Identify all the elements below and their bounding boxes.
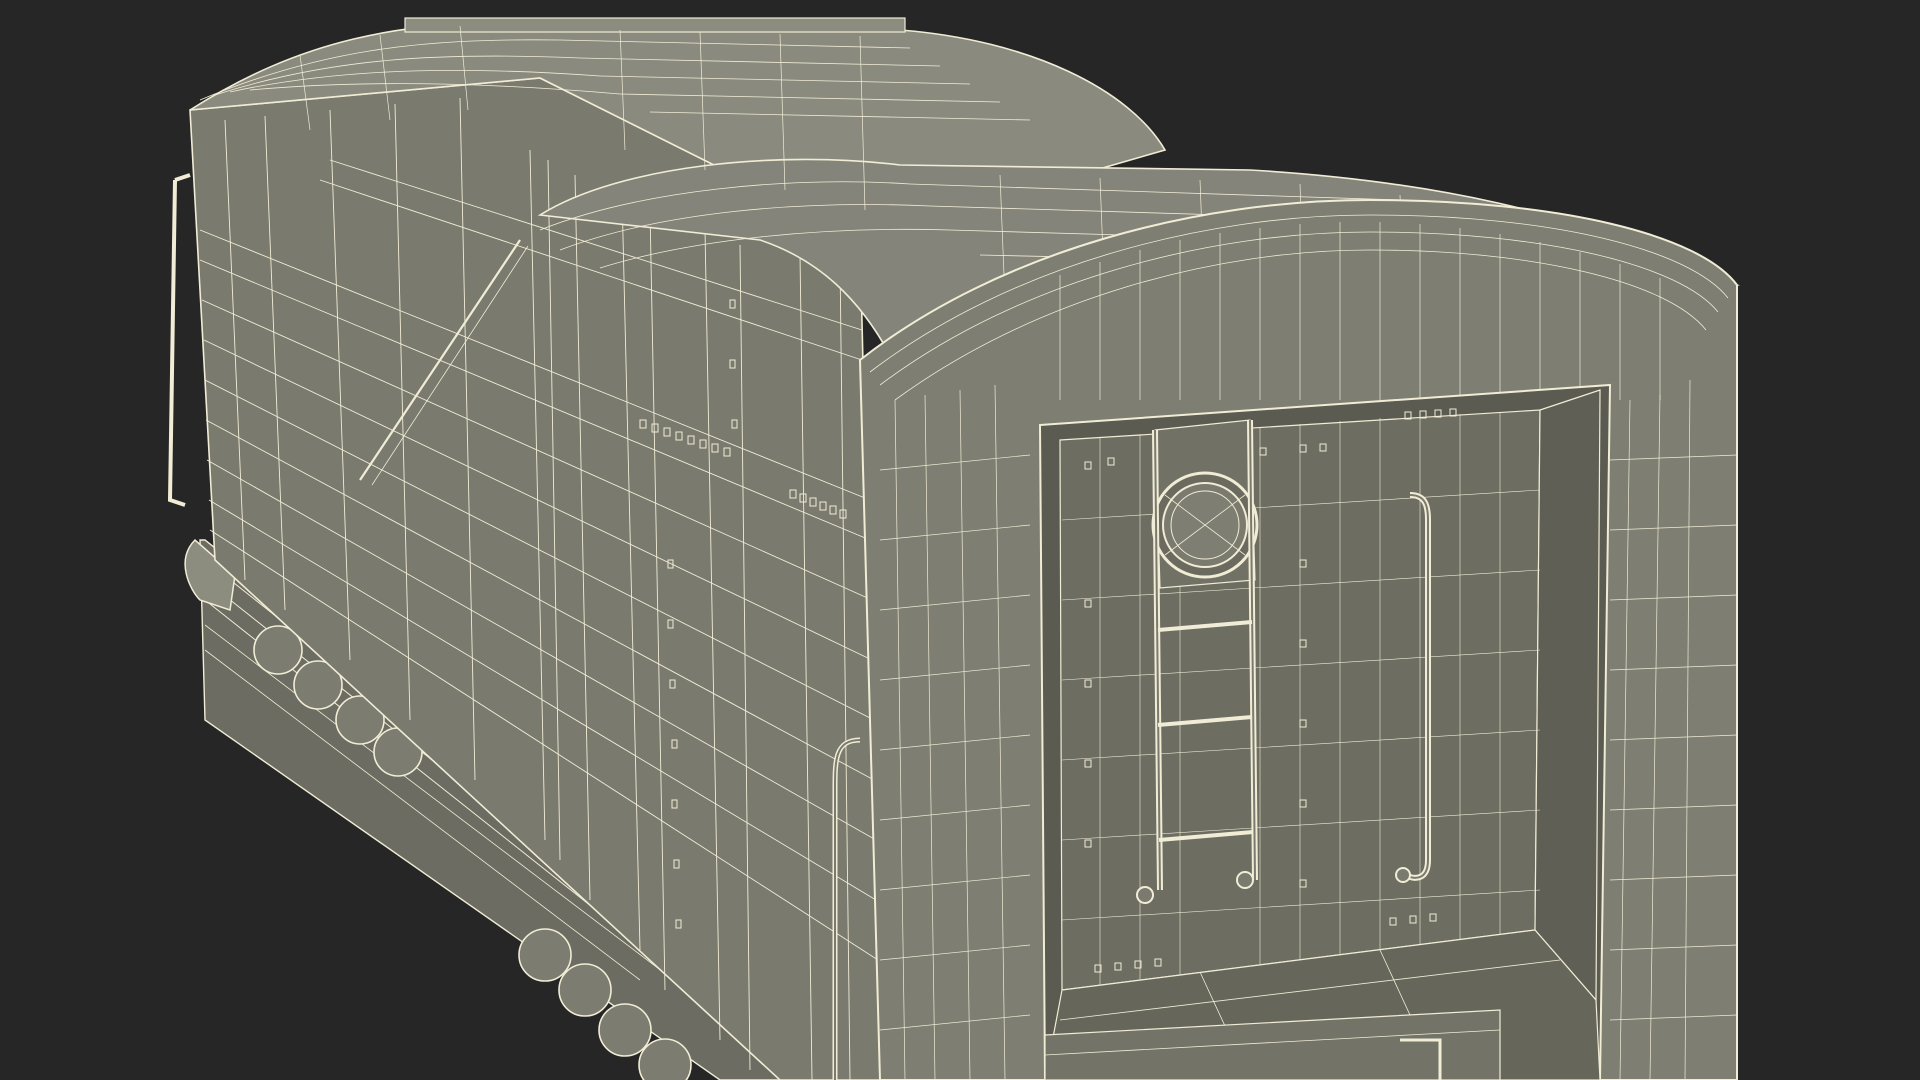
wheel <box>518 928 572 982</box>
tender-wireframe-scene <box>0 0 1920 1080</box>
render-viewport <box>0 0 1920 1080</box>
wheel <box>558 963 612 1017</box>
roof-hatch-cover <box>404 17 906 33</box>
rear-recess <box>1038 383 1612 1080</box>
wheel <box>598 1003 652 1057</box>
manhole-hatch <box>1151 419 1259 589</box>
